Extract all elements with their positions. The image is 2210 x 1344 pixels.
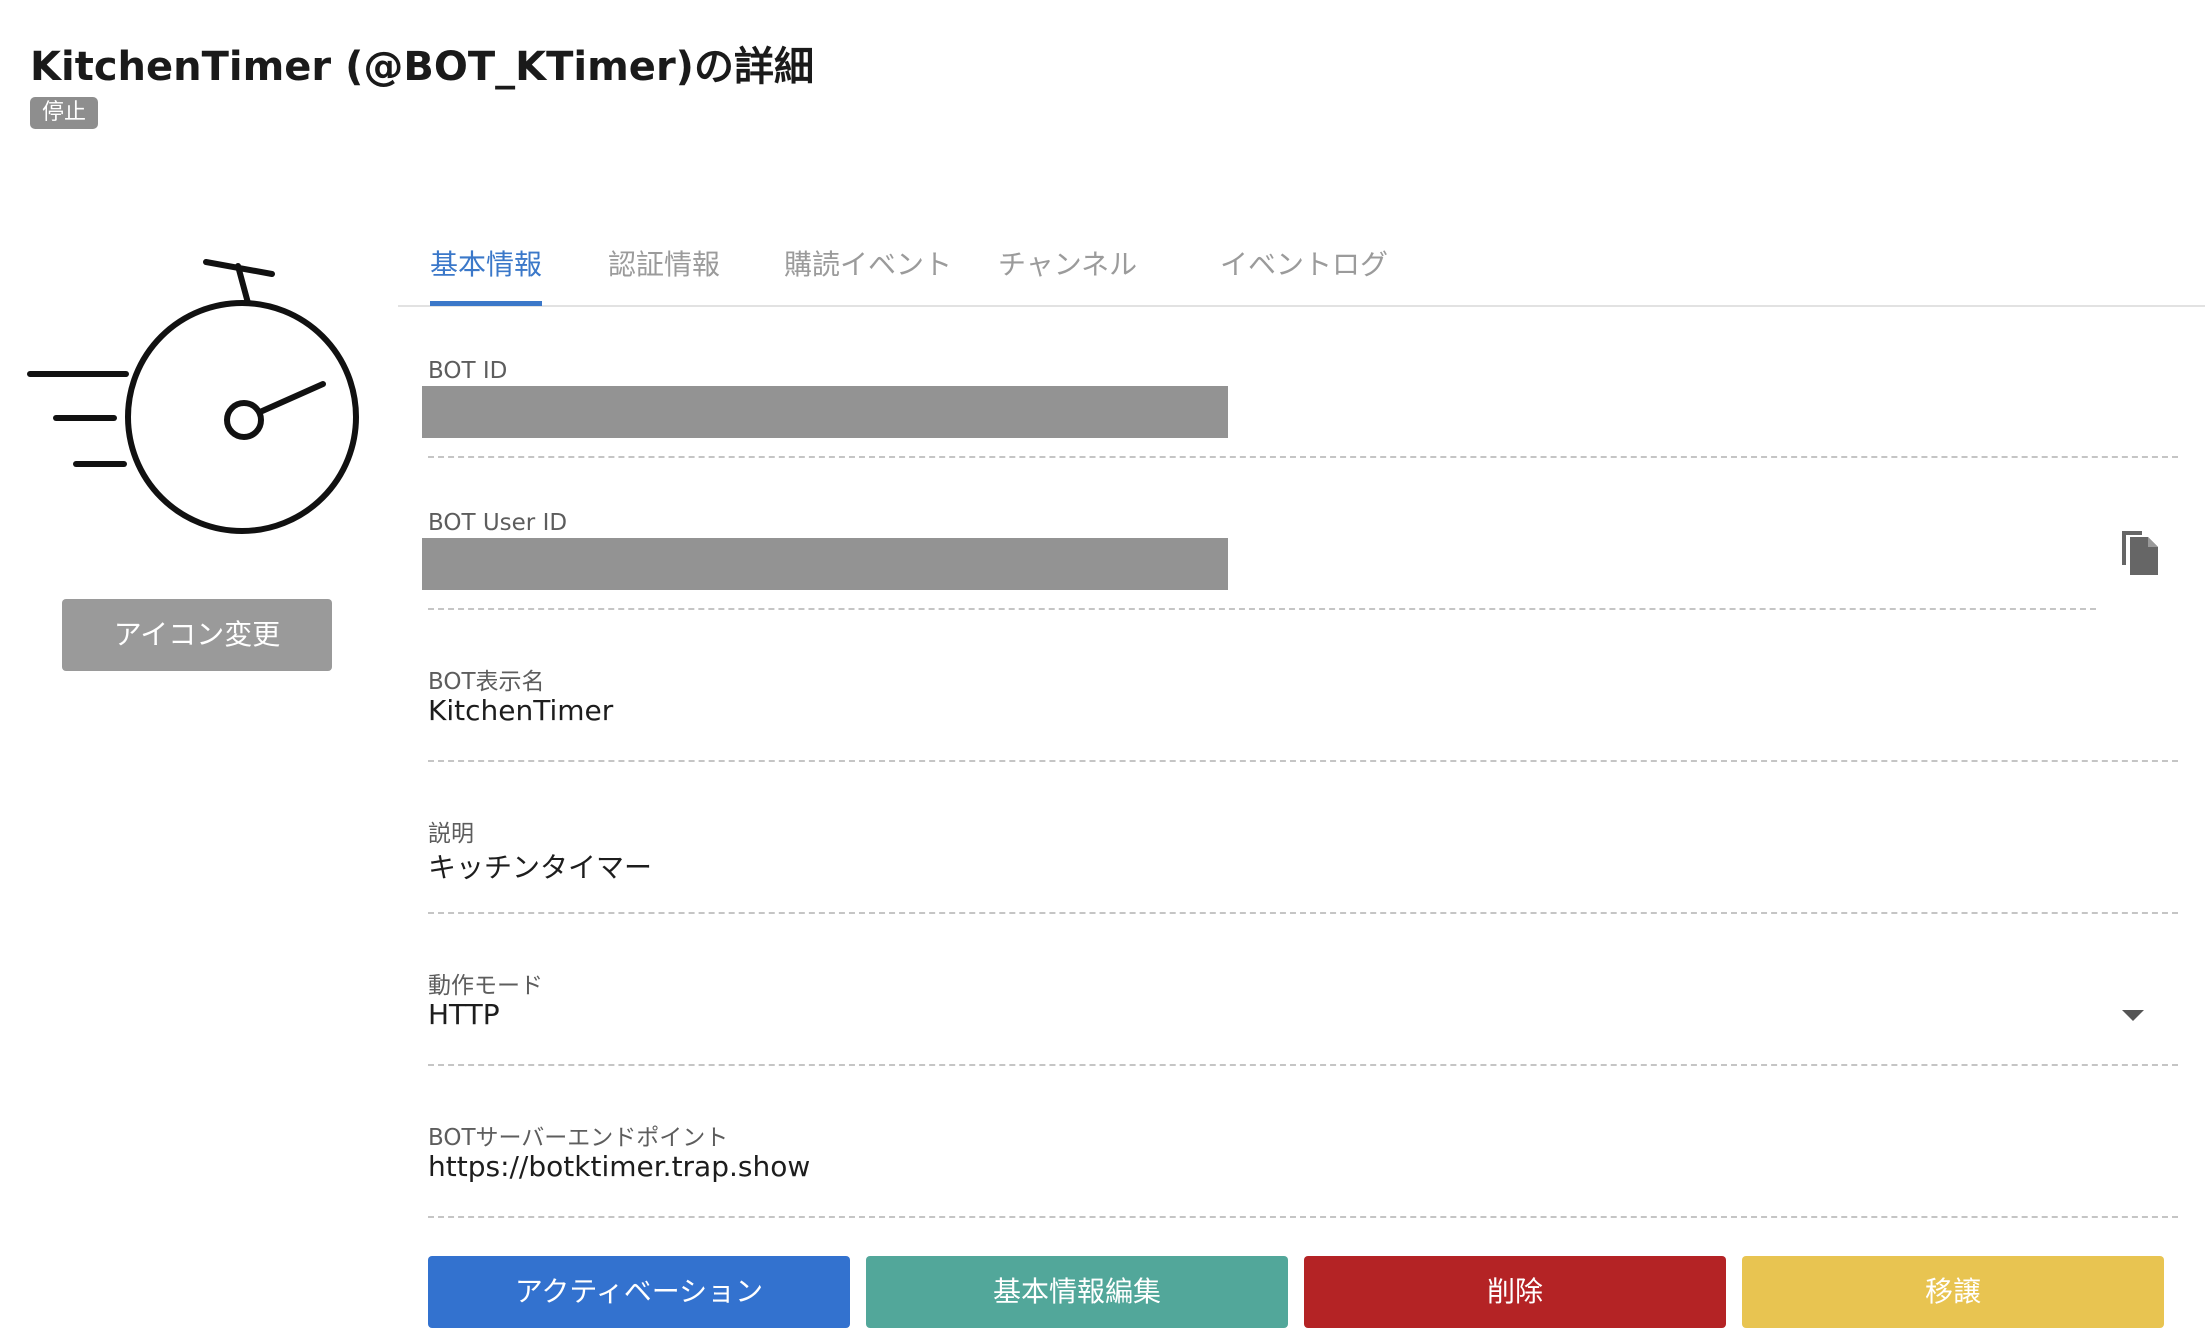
transfer-button[interactable]: 移譲	[1742, 1256, 2164, 1328]
status-badge: 停止	[30, 97, 99, 129]
display-name-label: BOT表示名	[428, 669, 545, 695]
edit-basic-info-button[interactable]: 基本情報編集	[866, 1256, 1288, 1328]
endpoint-field[interactable]: BOTサーバーエンドポイント https://botktimer.trap.sh…	[428, 1098, 2178, 1218]
redacted-bot-user-id	[422, 538, 1228, 590]
stopwatch-icon	[27, 259, 359, 534]
tab-subscribed-events[interactable]: 購読イベント	[784, 243, 952, 307]
bot-user-id-field[interactable]: BOT User ID	[422, 490, 2096, 610]
mode-label: 動作モード	[428, 973, 543, 999]
tab-channels[interactable]: チャンネル	[998, 243, 1137, 307]
caret-down-icon[interactable]	[2122, 1010, 2144, 1021]
change-icon-button[interactable]: アイコン変更	[62, 599, 332, 671]
mode-value: HTTP	[428, 998, 500, 1031]
display-name-value: KitchenTimer	[428, 694, 614, 727]
mode-select[interactable]: 動作モード HTTP	[428, 946, 2178, 1066]
copy-icon[interactable]	[2118, 525, 2162, 577]
endpoint-label: BOTサーバーエンドポイント	[428, 1125, 729, 1151]
bot-id-field[interactable]: BOT ID	[422, 338, 2178, 458]
redacted-bot-id	[422, 386, 1228, 438]
tab-auth-info[interactable]: 認証情報	[608, 243, 720, 307]
active-tab-indicator	[430, 301, 542, 306]
description-value: キッチンタイマー	[428, 851, 653, 884]
bot-user-id-label: BOT User ID	[428, 510, 568, 536]
tab-basic-info[interactable]: 基本情報	[430, 243, 542, 307]
endpoint-value: https://botktimer.trap.show	[428, 1150, 811, 1183]
description-field[interactable]: 説明 キッチンタイマー	[428, 794, 2178, 914]
tab-bar: 基本情報 認証情報 購読イベント チャンネル イベントログ	[398, 243, 2205, 307]
description-label: 説明	[428, 821, 474, 847]
delete-button[interactable]: 削除	[1304, 1256, 1726, 1328]
activate-button[interactable]: アクティベーション	[428, 1256, 850, 1328]
tab-event-log[interactable]: イベントログ	[1220, 243, 1388, 307]
display-name-field[interactable]: BOT表示名 KitchenTimer	[428, 642, 2178, 762]
bot-id-label: BOT ID	[428, 358, 508, 384]
page-title: KitchenTimer (@BOT_KTimer)の詳細	[30, 44, 814, 90]
